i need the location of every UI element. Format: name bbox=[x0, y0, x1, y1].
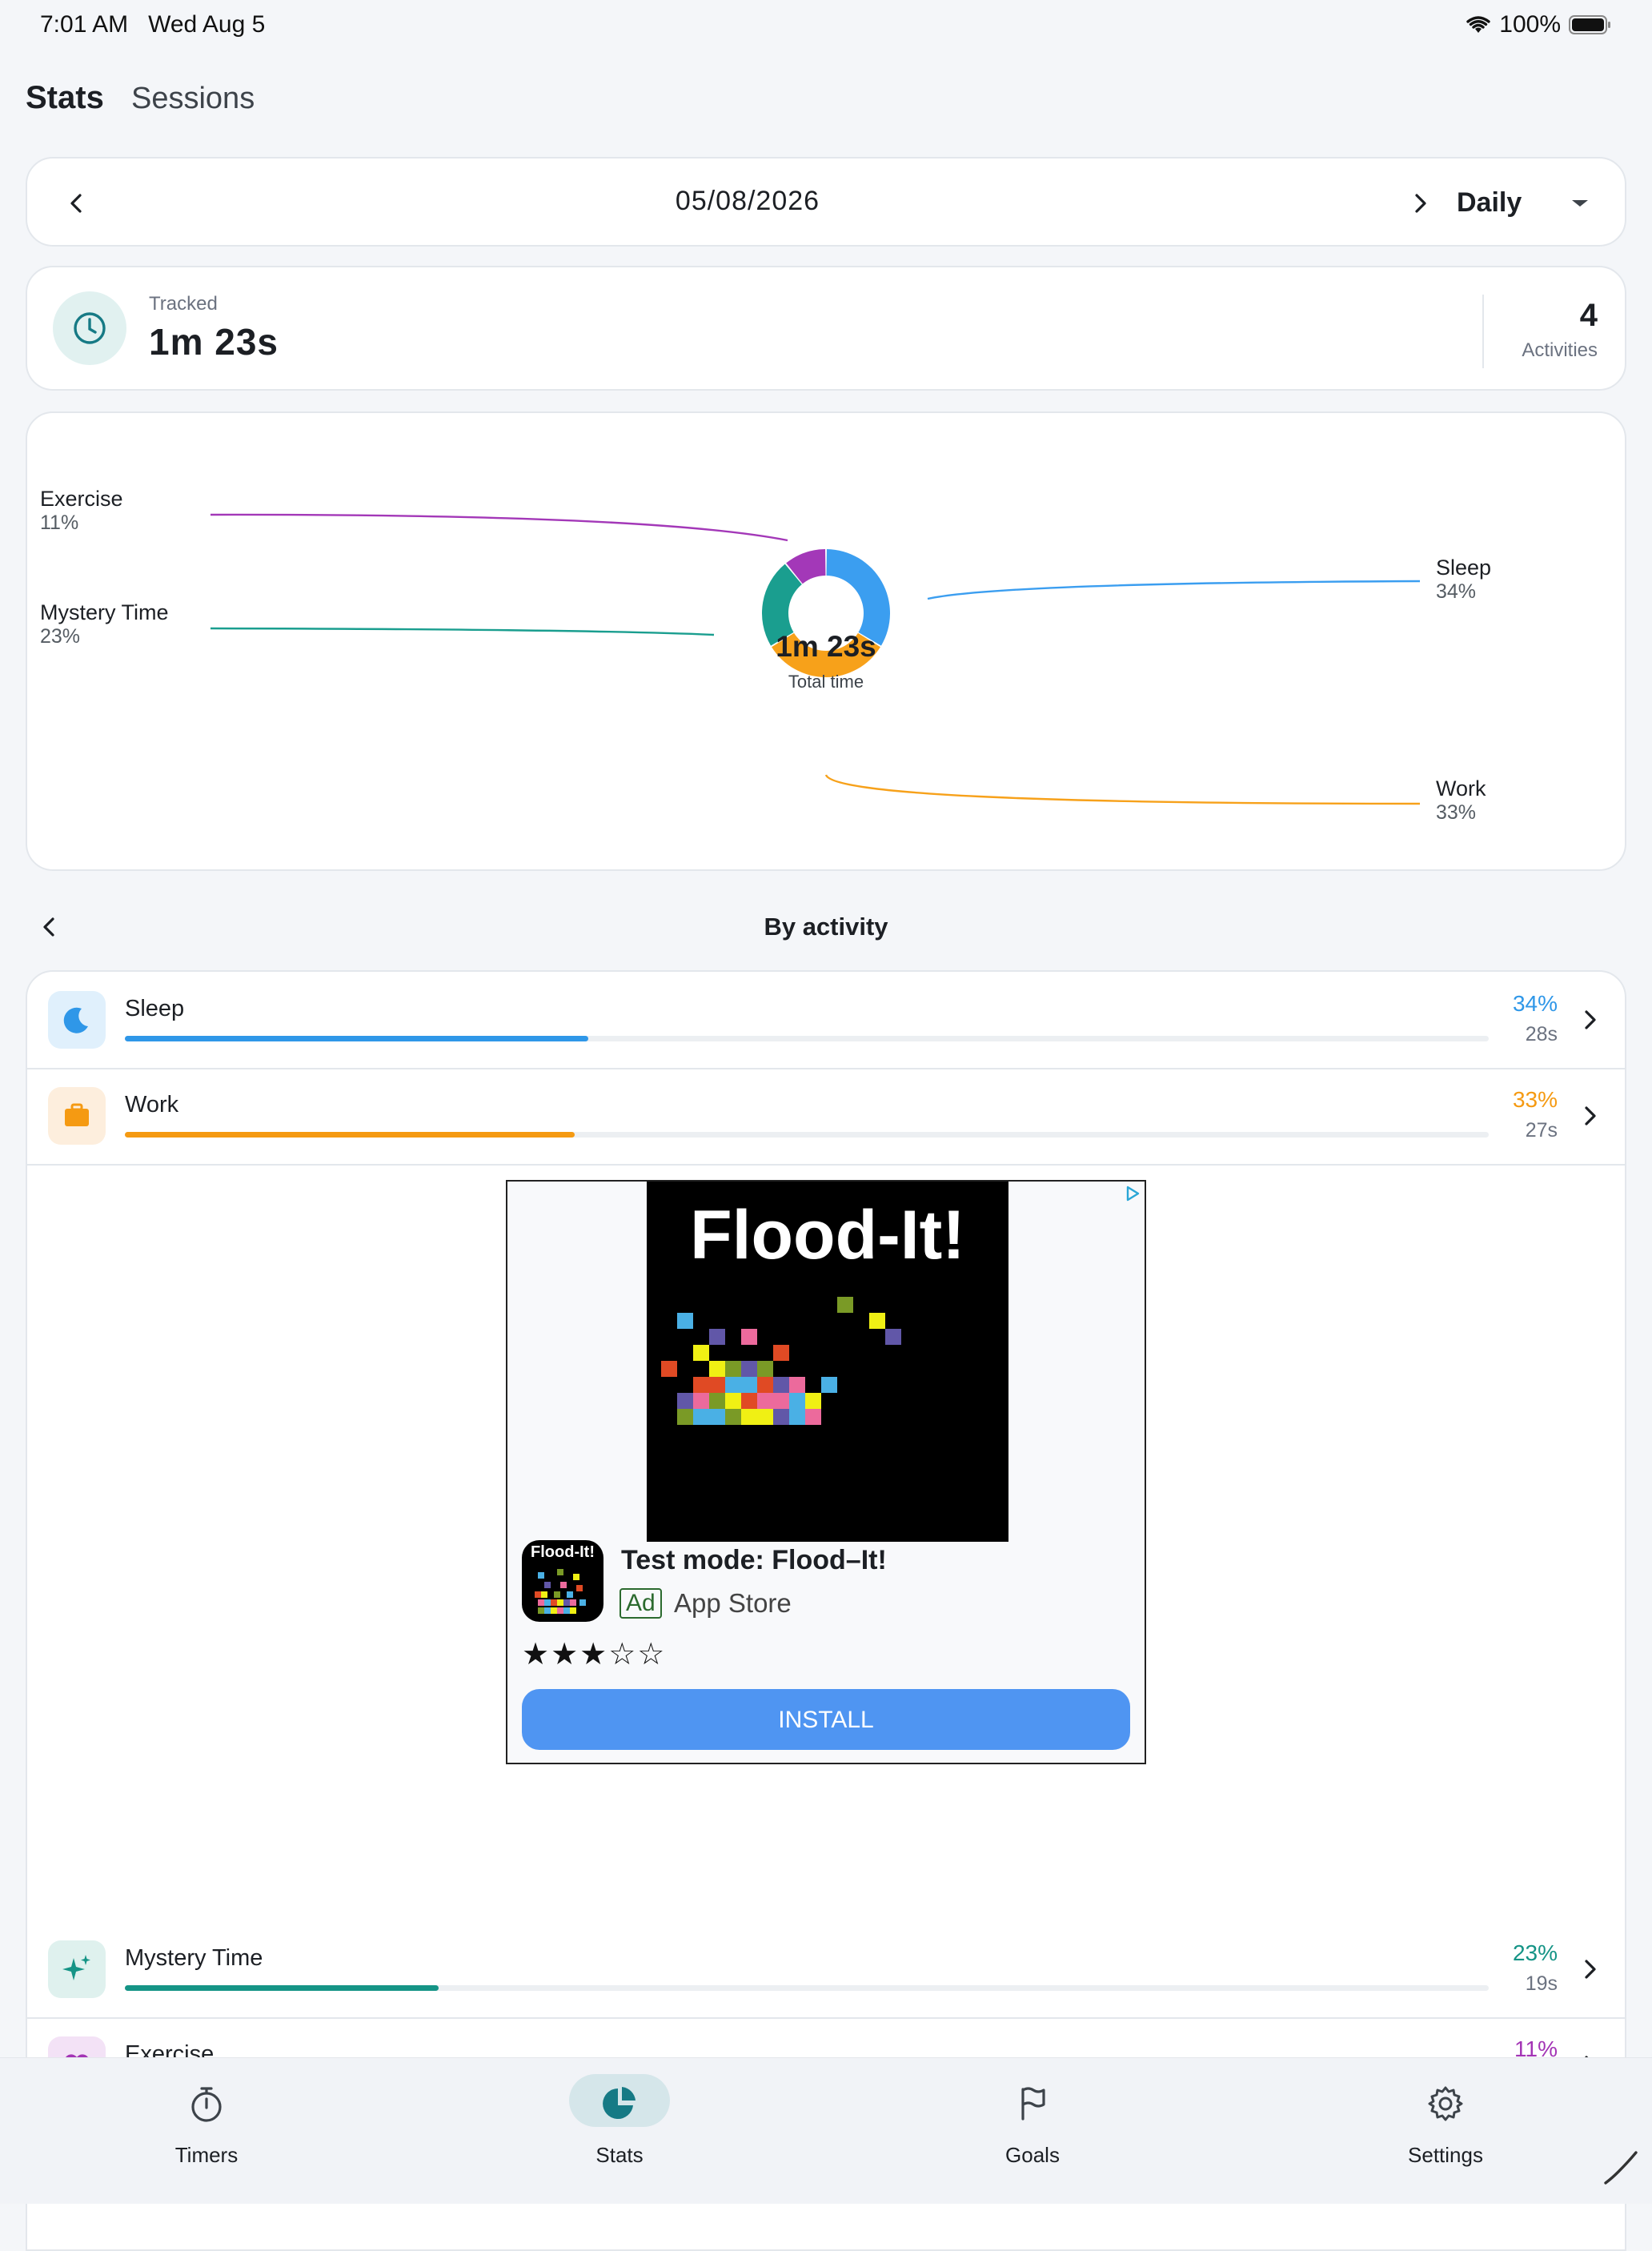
leader-line-sleep bbox=[927, 580, 1421, 600]
tab-stats[interactable]: Stats bbox=[26, 80, 104, 116]
progress-track bbox=[125, 1036, 1489, 1041]
legend-sleep: Sleep 34% bbox=[1436, 556, 1492, 603]
status-bar-time: 7:01 AM Wed Aug 5 bbox=[40, 11, 266, 38]
ad-star-rating: ★★★☆☆ bbox=[522, 1638, 667, 1671]
legend-work: Work 33% bbox=[1436, 776, 1486, 824]
battery-percent: 100% bbox=[1499, 11, 1561, 38]
clock-icon-badge bbox=[53, 291, 126, 365]
activities-label: Activities bbox=[1522, 339, 1598, 361]
tracked-value: 1m 23s bbox=[149, 321, 279, 363]
activity-percent: 34% bbox=[1512, 991, 1558, 1016]
activity-duration: 28s bbox=[1525, 1023, 1558, 1045]
ad-install-button[interactable]: INSTALL bbox=[522, 1689, 1130, 1750]
tracked-label: Tracked bbox=[149, 293, 218, 315]
status-bar-right: 100% bbox=[1466, 11, 1612, 38]
nav-label-stats: Stats bbox=[595, 2143, 644, 2167]
chevron-right-icon[interactable] bbox=[1575, 1955, 1604, 1984]
by-activity-title: By activity bbox=[764, 913, 888, 941]
ad-badge: Ad bbox=[620, 1588, 662, 1619]
date-selector-bar: 05/08/2026 Daily bbox=[26, 157, 1626, 247]
chevron-right-icon[interactable] bbox=[1405, 189, 1434, 218]
nav-goals[interactable]: Goals bbox=[928, 2058, 1137, 2204]
nav-label-timers: Timers bbox=[174, 2143, 239, 2167]
activity-row-work[interactable]: Work 33% 27s bbox=[27, 1068, 1625, 1164]
pie-chart-icon bbox=[603, 2087, 636, 2119]
selected-date[interactable]: 05/08/2026 bbox=[27, 186, 1468, 217]
flood-it-grid-artwork bbox=[661, 1297, 901, 1425]
chevron-right-icon[interactable] bbox=[1575, 1101, 1604, 1130]
activity-percent: 23% bbox=[1512, 1940, 1558, 1965]
progress-fill bbox=[125, 1132, 575, 1138]
donut-chart: 1m 23s Total time bbox=[210, 513, 1421, 805]
battery-icon bbox=[1569, 15, 1610, 34]
progress-track bbox=[125, 1985, 1489, 1991]
nav-stats[interactable]: Stats bbox=[515, 2058, 724, 2204]
donut-center-value: 1m 23s bbox=[776, 630, 876, 663]
flag-icon bbox=[1021, 2087, 1045, 2121]
activity-row-sleep[interactable]: Sleep 34% 28s bbox=[27, 972, 1625, 1068]
activity-row-mystery-time[interactable]: Mystery Time 23% 19s bbox=[27, 1921, 1625, 2017]
activity-percent: 33% bbox=[1512, 1087, 1558, 1112]
stopwatch-icon bbox=[191, 2087, 222, 2122]
nav-label-settings: Settings bbox=[1408, 2143, 1483, 2167]
divider bbox=[1482, 295, 1484, 368]
briefcase-icon bbox=[48, 1087, 106, 1145]
activity-duration: 19s bbox=[1525, 1972, 1558, 1995]
donut-chart-card: 1m 23s Total time Exercise 11% Mystery T… bbox=[26, 411, 1626, 871]
ad-banner[interactable]: Flood-It! Flood-It! Test mode: Flood–It!… bbox=[506, 1180, 1146, 1764]
ad-store-name: App Store bbox=[674, 1588, 792, 1618]
sparkle-icon bbox=[48, 1940, 106, 1998]
activities-count: 4 bbox=[1579, 298, 1598, 333]
progress-track bbox=[125, 1132, 1489, 1138]
nav-timers[interactable]: Timers bbox=[102, 2058, 311, 2204]
tab-sessions[interactable]: Sessions bbox=[131, 82, 255, 116]
progress-fill bbox=[125, 1985, 439, 1991]
leader-line-exercise bbox=[210, 513, 788, 542]
nav-label-goals: Goals bbox=[1005, 2143, 1060, 2167]
ad-app-icon[interactable]: Flood-It! bbox=[522, 1540, 603, 1622]
donut-center-label: Total time bbox=[788, 672, 864, 692]
activity-duration: 27s bbox=[1525, 1119, 1558, 1142]
scribble-indicator-icon bbox=[1604, 2151, 1638, 2185]
ad-title[interactable]: Test mode: Flood–It! bbox=[621, 1545, 887, 1576]
nav-settings[interactable]: Settings bbox=[1341, 2058, 1550, 2204]
wifi-icon bbox=[1466, 16, 1490, 33]
leader-line-mystery-time bbox=[210, 627, 715, 636]
ad-image[interactable]: Flood-It! bbox=[647, 1182, 1008, 1542]
app-icon-artwork bbox=[535, 1569, 586, 1614]
legend-exercise: Exercise 11% bbox=[40, 487, 123, 534]
ad-choices-icon[interactable] bbox=[1124, 1185, 1141, 1202]
divider bbox=[27, 1164, 1625, 1166]
chevron-right-icon[interactable] bbox=[1575, 1005, 1604, 1034]
activity-name: Work bbox=[125, 1092, 179, 1117]
dropdown-arrow-icon[interactable] bbox=[1569, 194, 1591, 213]
leader-line-work bbox=[824, 774, 1421, 805]
gear-icon bbox=[1428, 2086, 1463, 2121]
activity-name: Sleep bbox=[125, 996, 185, 1021]
period-dropdown[interactable]: Daily bbox=[1457, 187, 1522, 219]
bottom-nav: Timers Stats Goals Settings bbox=[0, 2057, 1652, 2204]
legend-mystery-time: Mystery Time 23% bbox=[40, 600, 169, 648]
progress-fill bbox=[125, 1036, 589, 1041]
activity-name: Mystery Time bbox=[125, 1945, 263, 1971]
tracked-summary-card: Tracked 1m 23s 4 Activities bbox=[26, 266, 1626, 391]
moon-icon bbox=[48, 991, 106, 1049]
clock-icon bbox=[74, 312, 106, 344]
